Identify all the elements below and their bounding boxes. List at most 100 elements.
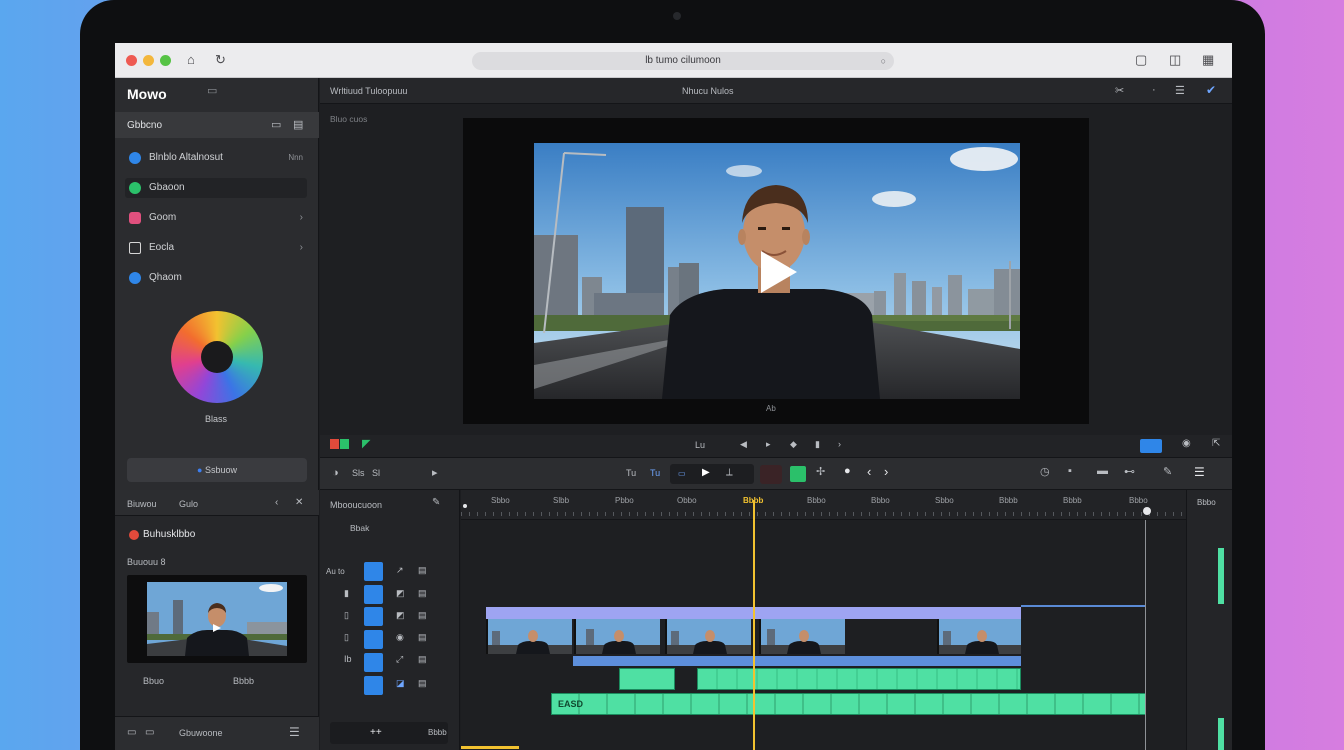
pen-icon[interactable]: ✎ bbox=[1163, 465, 1172, 478]
reload-icon[interactable]: ↻ bbox=[215, 52, 226, 68]
video-frame[interactable] bbox=[534, 143, 1020, 399]
track-tool-icon[interactable]: ⤢ bbox=[396, 654, 403, 665]
track-clip-icon[interactable]: ▤ bbox=[418, 565, 427, 576]
audio-clip[interactable]: EASD bbox=[551, 693, 1146, 715]
clip-footer-label: Bbbb bbox=[233, 676, 255, 686]
play-icon[interactable]: ▸ bbox=[766, 439, 771, 450]
tab-generate[interactable]: Gulo bbox=[179, 499, 198, 509]
chevron-right-icon[interactable]: › bbox=[884, 464, 888, 479]
video-clip[interactable] bbox=[665, 619, 751, 654]
edit-icon[interactable]: ✎ bbox=[432, 497, 440, 508]
track-tool-icon[interactable]: ↗ bbox=[396, 565, 404, 576]
blade-icon[interactable]: ⟂ bbox=[726, 467, 733, 478]
lock-icon[interactable]: ▯ bbox=[344, 610, 349, 621]
video-clip[interactable] bbox=[759, 619, 845, 654]
arrow-tool-icon[interactable]: ▸ bbox=[432, 466, 438, 479]
clip-thumbnail[interactable] bbox=[127, 575, 307, 663]
video-clip[interactable] bbox=[574, 619, 660, 654]
collapse-icon[interactable]: ▭ bbox=[207, 84, 217, 97]
audio-clip[interactable] bbox=[697, 668, 1021, 690]
crop-icon[interactable]: ✂ bbox=[1115, 84, 1124, 97]
audio-clip[interactable] bbox=[619, 668, 675, 690]
track-audio-toggle[interactable] bbox=[364, 676, 383, 695]
sidebar-item-0[interactable]: Blnblo Altalnosut Nnn bbox=[125, 148, 307, 168]
photos-icon[interactable]: ◑ bbox=[332, 467, 339, 479]
address-bar[interactable]: lb tumo cilumoon ○ bbox=[472, 52, 894, 70]
flag-icon[interactable]: ◤ bbox=[362, 437, 370, 450]
clip-color-icon[interactable] bbox=[340, 439, 349, 449]
track-audio-toggle[interactable] bbox=[364, 607, 383, 626]
timeline-scroll-indicator[interactable] bbox=[461, 746, 519, 749]
viewer-panel: Wrltiuud Tuloopuuu Nhucu Nulos ✂ · ☰ ✔ B… bbox=[320, 78, 1232, 438]
play-overlay-icon[interactable] bbox=[761, 251, 797, 293]
track-clip-icon[interactable]: ▤ bbox=[418, 632, 427, 643]
sidebar-item-2[interactable]: Goom › bbox=[125, 208, 307, 228]
track-tool-icon[interactable]: ◉ bbox=[396, 632, 404, 643]
link-icon[interactable]: ⊷ bbox=[1124, 465, 1135, 478]
list-view-icon[interactable]: ▭ bbox=[271, 118, 281, 131]
clip-icon[interactable]: ▭ bbox=[678, 469, 686, 478]
import-button[interactable]: ● Ssbuow bbox=[127, 458, 307, 482]
track-tool-icon[interactable]: ◪ bbox=[396, 678, 405, 689]
add-track-button[interactable]: ++ bbox=[370, 727, 382, 738]
effects-icon[interactable]: · bbox=[1152, 84, 1156, 96]
track-audio-toggle[interactable] bbox=[364, 630, 383, 649]
grid-icon[interactable]: ▦ bbox=[1202, 52, 1214, 68]
share-icon[interactable]: ⇱ bbox=[1212, 438, 1220, 449]
transform-icon[interactable]: ✢ bbox=[816, 465, 825, 478]
record-icon[interactable] bbox=[330, 439, 339, 449]
timeline[interactable]: Sbbo Slbb Pbbo Obbo Bbbo Bbbo Sbbo Bbbb … bbox=[461, 490, 1186, 750]
track-clip-icon[interactable]: ▤ bbox=[418, 588, 427, 599]
playhead[interactable] bbox=[753, 500, 755, 750]
tab-browser[interactable]: Biuwou bbox=[127, 499, 157, 509]
track-video-toggle[interactable] bbox=[364, 585, 383, 604]
folder-icon[interactable]: ▭ bbox=[127, 727, 136, 738]
maximize-button[interactable] bbox=[160, 55, 171, 66]
close-icon[interactable]: ✕ bbox=[295, 497, 303, 508]
timeline-end-marker[interactable] bbox=[1143, 507, 1151, 515]
inspector-icon[interactable]: ☰ bbox=[1194, 465, 1205, 479]
close-button[interactable] bbox=[126, 55, 137, 66]
stop-icon[interactable]: ◆ bbox=[790, 439, 797, 450]
apple-icon[interactable]: ● bbox=[844, 465, 851, 477]
video-clip[interactable] bbox=[486, 619, 572, 654]
fullscreen-button[interactable] bbox=[1140, 439, 1162, 453]
sidebar-item-4[interactable]: Qhaom bbox=[125, 268, 307, 288]
color-wheel[interactable] bbox=[171, 311, 263, 403]
track-tool-icon[interactable]: ◩ bbox=[396, 610, 405, 621]
sidebar-item-3[interactable]: Eocla › bbox=[125, 238, 307, 258]
snapshot-icon[interactable]: ▪ bbox=[1068, 465, 1072, 477]
enhance-icon[interactable]: ✔ bbox=[1206, 83, 1216, 97]
track-clip-icon[interactable]: ▤ bbox=[418, 654, 427, 665]
track-clip-icon[interactable]: ▤ bbox=[418, 678, 427, 689]
window-icon[interactable]: ▢ bbox=[1135, 52, 1147, 68]
search-icon[interactable]: ○ bbox=[881, 52, 886, 70]
track-tool-icon[interactable]: ◩ bbox=[396, 588, 405, 599]
chevron-left-icon[interactable]: ‹ bbox=[867, 464, 871, 479]
minimize-panel-icon[interactable]: ‹ bbox=[275, 497, 278, 508]
minimize-button[interactable] bbox=[143, 55, 154, 66]
lock-icon[interactable]: ▯ bbox=[344, 632, 349, 643]
split-view-icon[interactable]: ◫ bbox=[1169, 52, 1181, 68]
clock-icon[interactable]: ◷ bbox=[1040, 465, 1050, 478]
skip-forward-icon[interactable]: ▮ bbox=[815, 439, 820, 450]
timeline-ruler[interactable]: Sbbo Slbb Pbbo Obbo Bbbo Bbbo Sbbo Bbbb … bbox=[461, 490, 1186, 520]
green-tool-button[interactable] bbox=[790, 466, 806, 482]
tag-icon[interactable]: ▭ bbox=[145, 727, 154, 738]
adjust-icon[interactable]: ☰ bbox=[1175, 84, 1185, 97]
captions-icon[interactable]: ▬ bbox=[1097, 465, 1108, 477]
home-icon[interactable]: ⌂ bbox=[187, 52, 195, 68]
track-video-toggle[interactable] bbox=[364, 562, 383, 581]
track-clip-icon[interactable]: ▤ bbox=[418, 610, 427, 621]
record-button[interactable] bbox=[760, 465, 782, 484]
menu-icon[interactable]: ☰ bbox=[289, 725, 300, 739]
sidebar-item-1[interactable]: Gbaoon bbox=[125, 178, 307, 198]
track-audio-toggle[interactable] bbox=[364, 653, 383, 672]
chevron-right-icon[interactable]: › bbox=[838, 439, 841, 449]
volume-icon[interactable]: ◉ bbox=[1182, 438, 1191, 449]
grid-view-icon[interactable]: ▤ bbox=[293, 118, 303, 131]
lock-icon[interactable]: ▮ bbox=[344, 588, 349, 599]
play-icon[interactable]: ▶ bbox=[702, 467, 710, 478]
video-clip[interactable] bbox=[937, 619, 1021, 654]
skip-back-icon[interactable]: ◀︎ bbox=[740, 439, 747, 450]
